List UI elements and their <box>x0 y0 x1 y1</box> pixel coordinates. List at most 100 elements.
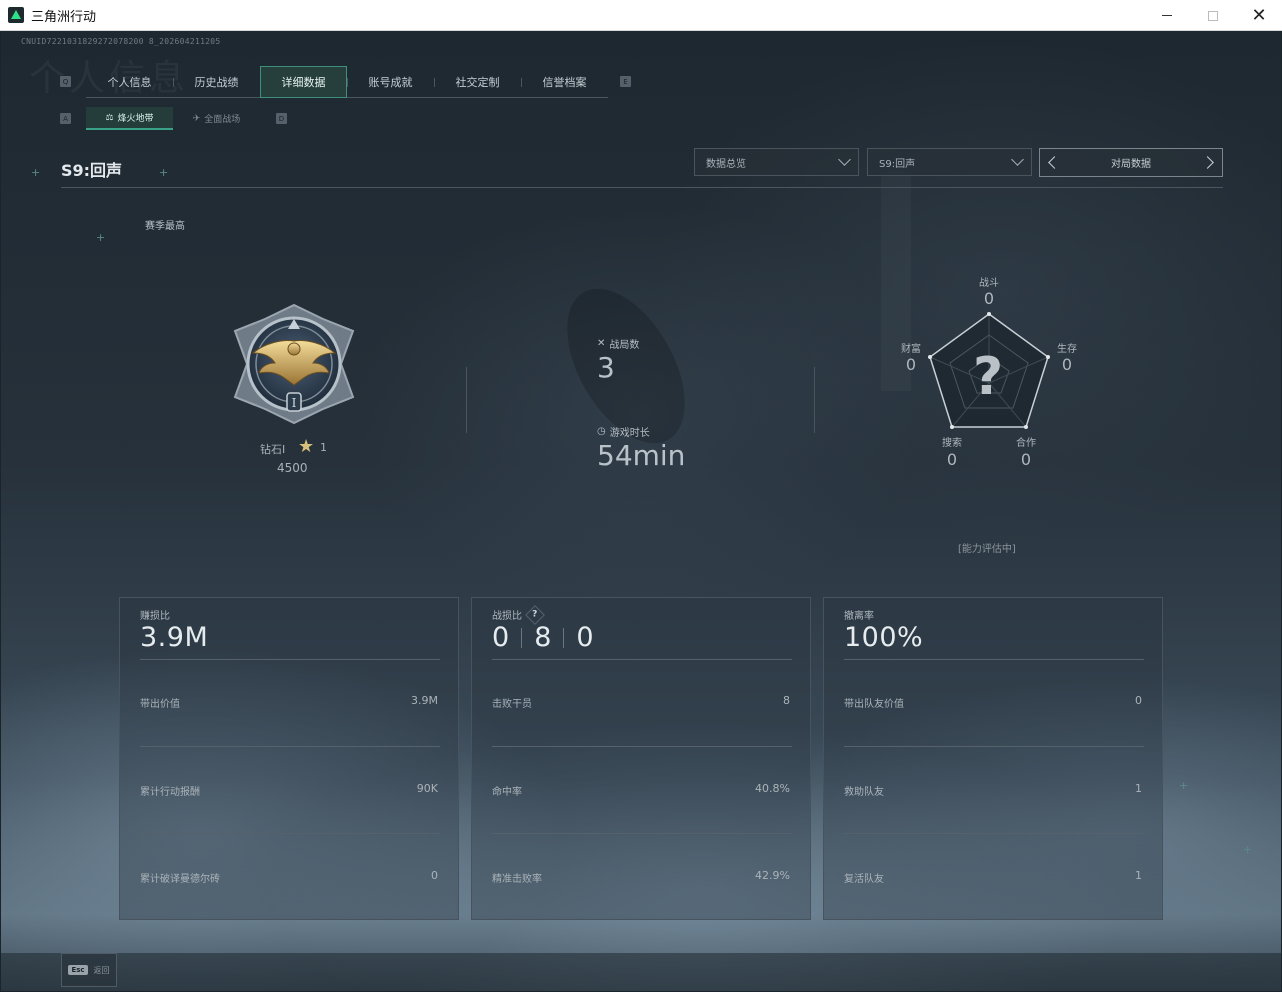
chevron-left-icon[interactable] <box>1048 156 1061 169</box>
footer-bar <box>1 953 1281 991</box>
decor-plus-icon: + <box>1179 779 1189 792</box>
tab-credit-file[interactable]: 信誉档案 <box>521 66 608 98</box>
matches-label: ✕ 战局数 <box>597 336 639 351</box>
rank-badge-icon: I <box>233 303 355 425</box>
card-row-value: 3.9M <box>411 694 438 707</box>
subtab-next-key-hint[interactable]: D <box>276 113 287 124</box>
pager-label: 对局数据 <box>1111 159 1151 170</box>
radar-search-value: 0 <box>946 450 958 469</box>
card-divider <box>844 659 1144 660</box>
card-row-label: 带出价值 <box>140 699 180 710</box>
matches-value: 3 <box>597 351 615 384</box>
card-title-text: 撤离率 <box>844 611 874 622</box>
window-controls: ✕ <box>1144 0 1282 31</box>
card-row-label: 命中率 <box>492 787 522 798</box>
card-row-value: 40.8% <box>755 782 790 795</box>
mode-subtabs: ⚖ 烽火地带 ✈ 全面战场 <box>86 107 260 130</box>
card-title-text: 战损比 <box>492 611 522 622</box>
rank-stars-count: 1 <box>320 441 327 454</box>
close-button[interactable]: ✕ <box>1236 0 1282 31</box>
season-best-label: 赛季最高 <box>145 221 185 232</box>
match-data-pager: 对局数据 <box>1039 148 1223 177</box>
tab-personal-info[interactable]: 个人信息 <box>86 66 173 98</box>
tab-social[interactable]: 社交定制 <box>434 66 521 98</box>
assessment-status: [能力评估中] <box>958 544 1016 555</box>
kd-values: 0 8 0 <box>492 622 594 653</box>
tab-prev-key-hint[interactable]: Q <box>60 76 71 87</box>
kd-value: 0 <box>492 622 510 653</box>
radar-unknown-mark: ? <box>973 347 1004 407</box>
card-divider <box>492 833 792 834</box>
subtab-extraction-label: 烽火地带 <box>117 114 154 124</box>
subtab-warfare-mode[interactable]: ✈ 全面战场 <box>173 107 260 130</box>
card-row-value: 90K <box>416 782 438 795</box>
decor-plus-icon: + <box>31 166 41 179</box>
card-row-label: 复活队友 <box>844 874 884 885</box>
maximize-icon <box>1208 10 1218 21</box>
data-overview-dropdown-value: 数据总览 <box>706 158 746 170</box>
kd-value: 8 <box>534 622 552 653</box>
window-title: 三角洲行动 <box>31 9 97 25</box>
esc-key-hint: Esc <box>68 965 88 975</box>
playtime-label: ◷ 游戏时长 <box>597 424 650 439</box>
card-row-value: 0 <box>431 869 438 882</box>
decor-plus-icon: + <box>96 231 106 244</box>
subtab-warfare-label: 全面战场 <box>204 115 241 125</box>
card-row-label: 带出队友价值 <box>844 699 904 710</box>
radar-teamwork-value: 0 <box>1020 450 1032 469</box>
rank-name: 钻石I <box>260 443 286 456</box>
close-icon: ✕ <box>1251 4 1267 26</box>
subtab-prev-key-hint[interactable]: A <box>60 113 71 124</box>
svg-text:I: I <box>292 396 297 410</box>
chevron-right-icon[interactable] <box>1201 156 1214 169</box>
season-dropdown-value: S9:回声 <box>879 158 916 170</box>
card-row-label: 累计行动报酬 <box>140 787 200 798</box>
main-tabs: 个人信息 历史战绩 详细数据 账号成就 社交定制 信誉档案 <box>86 66 608 98</box>
minimize-button[interactable] <box>1144 0 1190 31</box>
card-row-value: 8 <box>783 694 790 707</box>
extraction-rate-card: 撤离率 100% 带出队友价值 0 救助队友 1 复活队友 1 <box>823 597 1163 920</box>
radar-survival-value: 0 <box>1061 355 1073 374</box>
tab-detailed-data[interactable]: 详细数据 <box>260 66 347 98</box>
maximize-button[interactable] <box>1190 0 1236 31</box>
kill-death-card: 战损比 ? 0 8 0 击败干员 8 命中率 40.8% 精准击败率 42.9% <box>471 597 811 920</box>
window-titlebar: 三角洲行动 ✕ <box>0 0 1282 31</box>
card-main-value: 100% <box>844 622 924 653</box>
radar-teamwork-label: 合作 <box>1016 438 1036 449</box>
section-divider <box>814 367 815 433</box>
kd-separator <box>521 627 523 648</box>
crossed-swords-icon: ✕ <box>597 338 606 349</box>
card-title: 战损比 ? <box>492 604 545 625</box>
game-viewport: 个人信息 CNUID7221031829272078200 8_20260421… <box>1 31 1281 991</box>
kd-separator <box>563 627 565 648</box>
card-row-label: 击败干员 <box>492 699 532 710</box>
stopwatch-icon: ◷ <box>597 426 606 437</box>
tab-match-history[interactable]: 历史战绩 <box>173 66 260 98</box>
card-divider <box>140 833 440 834</box>
card-divider <box>140 659 440 660</box>
subtab-extraction-mode[interactable]: ⚖ 烽火地带 <box>86 107 173 130</box>
user-uid: CNUID7221031829272078200 8_202604211205 <box>21 37 221 46</box>
card-row-value: 0 <box>1135 694 1142 707</box>
matches-label-text: 战局数 <box>609 340 640 351</box>
card-divider <box>492 746 792 747</box>
decor-plus-icon: + <box>159 166 169 179</box>
tab-achievements[interactable]: 账号成就 <box>347 66 434 98</box>
card-row-label: 精准击败率 <box>492 874 542 885</box>
star-icon: ★ <box>298 436 315 457</box>
data-overview-dropdown[interactable]: 数据总览 <box>694 148 859 176</box>
extraction-mode-icon: ⚖ <box>105 112 114 123</box>
header-divider <box>61 187 1223 188</box>
card-row-label: 累计破译曼德尔砖 <box>140 874 220 885</box>
tab-next-key-hint[interactable]: E <box>620 76 631 87</box>
app-logo-icon <box>8 7 24 23</box>
card-divider <box>492 659 792 660</box>
playtime-value: 54min <box>597 439 686 472</box>
radar-search-label: 搜索 <box>942 438 962 449</box>
back-button[interactable]: Esc 返回 <box>61 953 117 987</box>
radar-combat-label: 战斗 <box>979 278 999 289</box>
kd-value: 0 <box>576 622 594 653</box>
profit-loss-card: 赚损比 3.9M 带出价值 3.9M 累计行动报酬 90K 累计破译曼德尔砖 0 <box>119 597 459 920</box>
card-main-value: 3.9M <box>140 622 209 653</box>
season-dropdown[interactable]: S9:回声 <box>867 148 1032 176</box>
